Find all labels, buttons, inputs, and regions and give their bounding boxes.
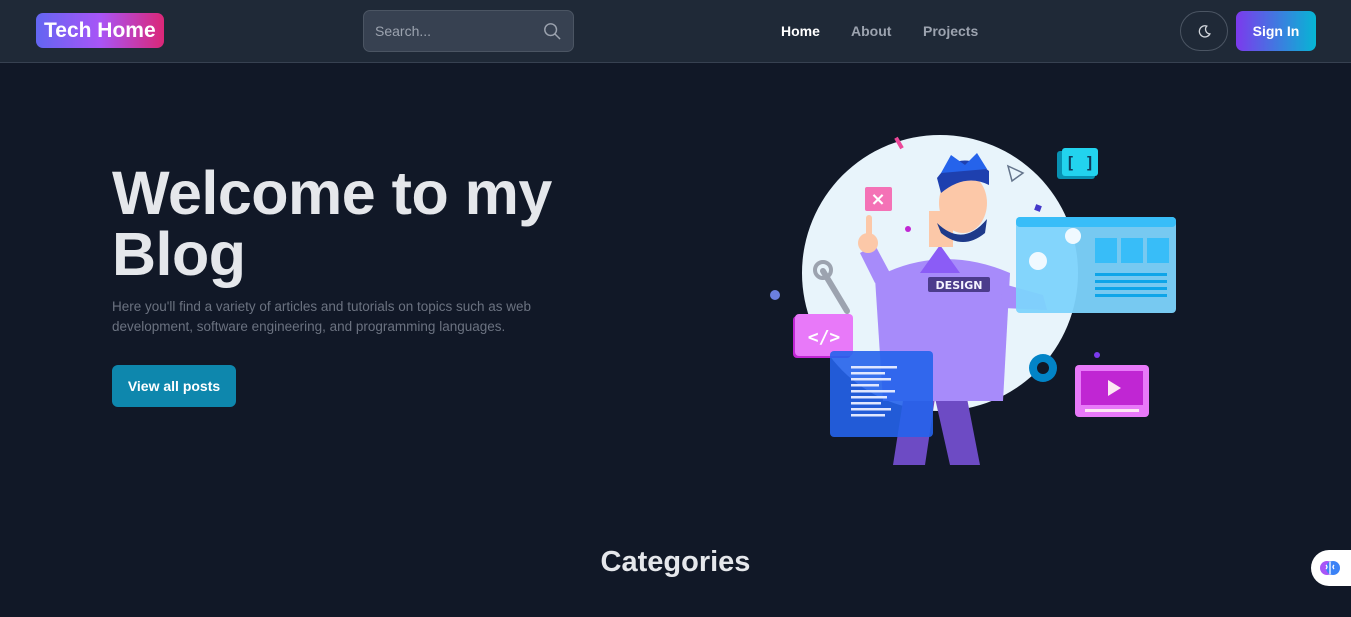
brain-icon [1320, 561, 1340, 575]
search-icon[interactable] [543, 22, 561, 40]
browser-window-icon [1016, 217, 1176, 313]
svg-text:[ ]: [ ] [1066, 153, 1095, 172]
svg-text:×: × [870, 189, 885, 210]
nav-home[interactable]: Home [781, 22, 820, 40]
hero-description: Here you'll find a variety of articles a… [112, 299, 532, 334]
code-document-icon [830, 351, 933, 437]
search-input[interactable] [364, 11, 534, 51]
hero-title: Welcome to my Blog [112, 159, 552, 288]
search-box[interactable] [363, 10, 574, 52]
assistant-widget-button[interactable] [1311, 550, 1351, 586]
moon-icon [1198, 25, 1211, 38]
brackets-icon: [ ] [1057, 148, 1098, 179]
svg-text:</>: </> [808, 327, 841, 348]
site-logo[interactable]: Tech Home [36, 13, 164, 48]
nav-projects[interactable]: Projects [923, 22, 978, 40]
top-navbar: Tech Home Home About Projects Sign In [0, 0, 1351, 63]
video-player-icon [1075, 365, 1149, 417]
hero-illustration: [ ] DESIGN × </> [770, 135, 1176, 465]
sign-in-button[interactable]: Sign In [1236, 11, 1316, 51]
view-all-posts-button[interactable]: View all posts [112, 365, 236, 407]
theme-toggle-button[interactable] [1180, 11, 1228, 51]
nav-about[interactable]: About [851, 22, 891, 40]
design-badge: DESIGN [936, 279, 983, 292]
categories-heading: Categories [600, 546, 751, 578]
gear-icon [1029, 354, 1057, 382]
